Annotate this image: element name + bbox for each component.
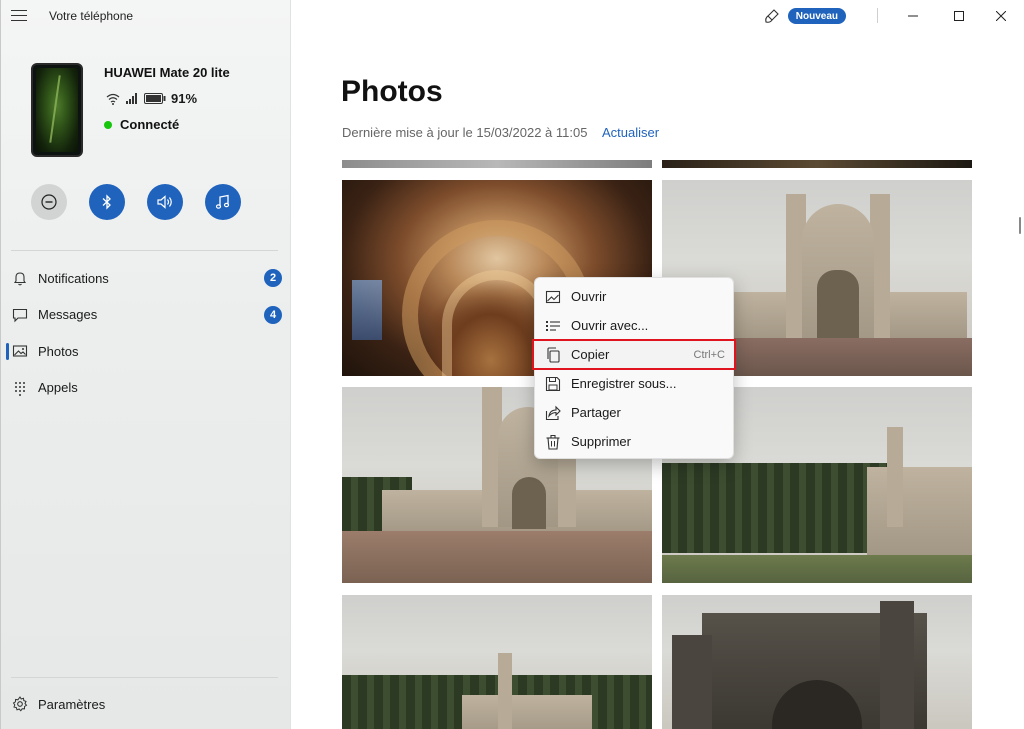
minimize-icon [908, 15, 918, 17]
sidebar-item-label: Messages [38, 307, 98, 323]
sidebar-divider [11, 677, 278, 678]
copy-shortcut: Ctrl+C [693, 348, 725, 361]
scrollbar-thumb[interactable] [1019, 217, 1021, 234]
volume-button[interactable] [147, 184, 183, 220]
photo-context-menu: Ouvrir Ouvrir avec... Copier Ctrl+C Enre… [532, 277, 736, 459]
bell-icon [13, 272, 27, 286]
menu-item-label: Ouvrir avec... [571, 318, 649, 333]
sidebar-nav: Notifications 2 Messages 4 Photos Appels [1, 260, 292, 406]
close-icon [996, 11, 1006, 21]
bluetooth-icon [102, 194, 111, 210]
sidebar-item-settings[interactable]: Paramètres [1, 690, 292, 718]
settings-label: Paramètres [38, 696, 106, 712]
copy-icon [547, 347, 560, 363]
gear-icon [12, 696, 28, 712]
photos-icon [12, 345, 28, 357]
menu-item-share[interactable]: Partager [535, 398, 733, 427]
sidebar-item-label: Notifications [38, 270, 109, 286]
sidebar-item-messages[interactable]: Messages 4 [1, 297, 292, 334]
sidebar-item-label: Appels [38, 380, 78, 396]
menu-item-open[interactable]: Ouvrir [535, 282, 733, 311]
connected-dot-icon [104, 120, 112, 129]
do-not-disturb-button[interactable] [31, 184, 67, 220]
refresh-link[interactable]: Actualiser [602, 125, 659, 140]
share-icon [545, 405, 561, 421]
paintbrush-icon[interactable] [764, 8, 780, 24]
message-icon [12, 308, 28, 322]
photo-thumbnail[interactable] [662, 160, 972, 168]
photo-thumbnail[interactable] [662, 595, 972, 729]
trash-icon [546, 434, 560, 450]
open-image-icon [545, 290, 561, 304]
sidebar-item-label: Photos [38, 343, 79, 359]
sidebar-item-calls[interactable]: Appels [1, 370, 292, 407]
connection-status: Connecté [104, 117, 179, 132]
last-update-text: Dernière mise à jour le 15/03/2022 à 11:… [342, 125, 588, 140]
save-icon [545, 376, 561, 392]
bluetooth-button[interactable] [89, 184, 125, 220]
menu-item-open-with[interactable]: Ouvrir avec... [535, 311, 733, 340]
app-title: Votre téléphone [49, 9, 134, 23]
page-title: Photos [341, 75, 443, 108]
close-button[interactable] [978, 0, 1024, 32]
wifi-icon [106, 93, 120, 105]
maximize-button[interactable] [936, 0, 982, 32]
menu-item-delete[interactable]: Supprimer [535, 427, 733, 456]
signal-icon [126, 93, 137, 104]
list-icon [546, 321, 560, 331]
battery-level: 91% [171, 91, 198, 106]
menu-item-label: Enregistrer sous... [571, 376, 677, 391]
device-name: HUAWEI Mate 20 lite [104, 65, 230, 80]
photo-thumbnail[interactable] [342, 595, 652, 729]
menu-item-label: Supprimer [571, 434, 631, 449]
menu-item-label: Copier [571, 347, 610, 362]
sidebar: Votre téléphone HUAWEI Mate 20 lite 91% … [0, 0, 291, 729]
title-bar: Votre téléphone [1, 0, 292, 32]
music-button[interactable] [205, 184, 241, 220]
menu-item-copy[interactable]: Copier Ctrl+C [532, 339, 736, 370]
sidebar-item-notifications[interactable]: Notifications 2 [1, 260, 292, 297]
maximize-icon [954, 11, 964, 21]
device-status-row: 91% [106, 91, 197, 106]
quick-actions [31, 184, 241, 220]
battery-icon [144, 93, 166, 104]
notifications-count-badge: 2 [264, 269, 282, 287]
music-icon [215, 194, 230, 209]
titlebar-separator [877, 8, 878, 23]
menu-item-save-as[interactable]: Enregistrer sous... [535, 369, 733, 398]
connection-status-label: Connecté [120, 117, 180, 132]
photo-thumbnail[interactable] [342, 160, 652, 168]
phone-wallpaper-image [31, 63, 83, 157]
new-feature-badge[interactable]: Nouveau [787, 8, 846, 24]
menu-item-label: Ouvrir [571, 289, 607, 304]
messages-count-badge: 4 [264, 305, 282, 324]
sidebar-item-photos[interactable]: Photos [1, 333, 292, 370]
menu-item-label: Partager [571, 405, 621, 420]
volume-icon [157, 195, 172, 209]
hamburger-menu-icon[interactable] [11, 10, 27, 22]
sidebar-divider [11, 250, 278, 251]
do-not-disturb-icon [41, 194, 57, 210]
dialpad-icon [15, 381, 25, 396]
minimize-button[interactable] [890, 0, 936, 32]
